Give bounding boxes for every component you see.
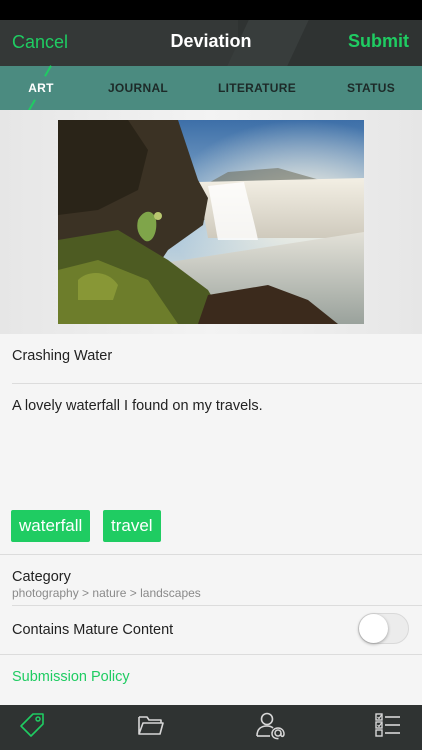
tab-art[interactable]: ART [18,66,64,110]
checklist-icon [374,711,402,744]
image-preview-area [0,110,422,334]
bottom-toolbar [0,705,422,750]
description-field[interactable]: A lovely waterfall I found on my travels… [12,398,263,414]
submission-policy-link[interactable]: Submission Policy [12,669,130,685]
tag-chip[interactable]: waterfall [11,510,91,542]
mature-content-label: Contains Mature Content [12,622,174,638]
submit-button[interactable]: Submit [348,31,409,52]
tab-status[interactable]: STATUS [340,66,402,110]
mention-button[interactable] [240,705,300,750]
divider [12,383,422,384]
divider [12,605,422,606]
tag-icon [19,711,47,744]
mention-user-icon [255,710,285,745]
mature-content-toggle[interactable] [358,613,409,644]
folder-icon [137,713,165,742]
status-bar [0,0,422,20]
cancel-button[interactable]: Cancel [12,32,68,53]
navbar-decoration-stripe [227,20,309,66]
title-field[interactable]: Crashing Water [12,348,112,364]
gallery-folder-button[interactable] [121,705,181,750]
tab-literature[interactable]: LITERATURE [212,66,302,110]
tab-bar: ART JOURNAL LITERATURE STATUS [0,65,422,111]
options-button[interactable] [358,705,418,750]
navigation-bar: Cancel Deviation Submit [0,20,422,66]
toggle-knob [359,614,388,643]
tag-chip[interactable]: travel [103,510,161,542]
category-label: Category [12,569,71,585]
tab-journal[interactable]: JOURNAL [100,66,176,110]
divider [0,654,422,655]
divider [0,554,422,555]
tags-button[interactable] [3,705,63,750]
category-path: photography > nature > landscapes [12,586,201,600]
deviation-image[interactable] [58,120,364,324]
